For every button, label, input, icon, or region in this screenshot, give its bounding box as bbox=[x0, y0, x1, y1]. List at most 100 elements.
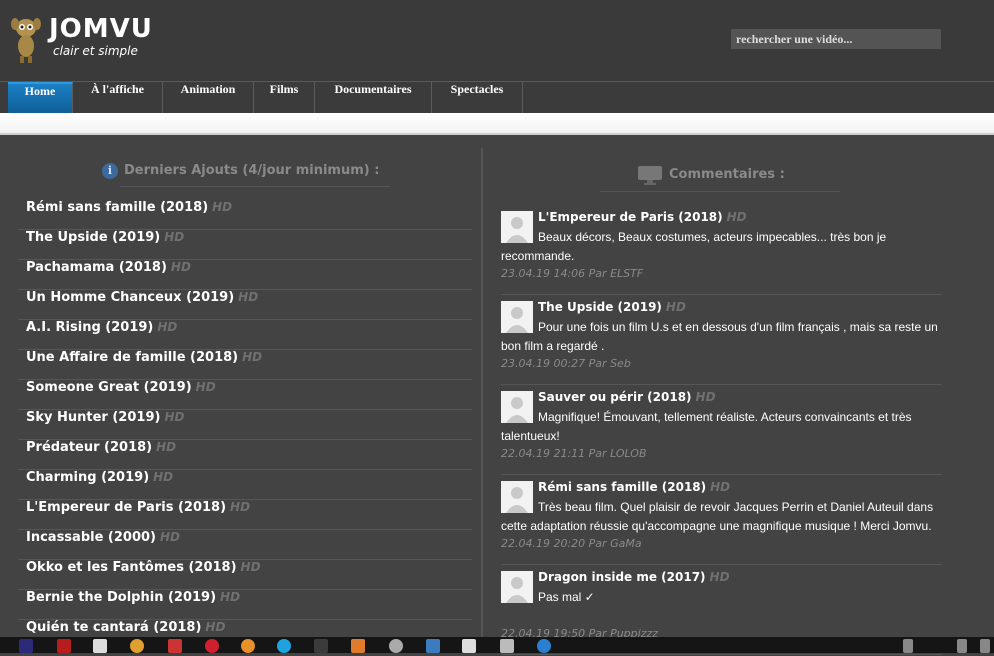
gear-icon[interactable] bbox=[389, 639, 403, 653]
movie-title-link[interactable]: Sky Hunter (2019) bbox=[26, 410, 160, 425]
app-icon[interactable] bbox=[537, 639, 551, 653]
list-item[interactable]: Un Homme Chanceux (2019) HD bbox=[18, 290, 472, 320]
comment-monitor-icon bbox=[637, 165, 663, 185]
comment-title[interactable]: Sauver ou périr (2018) HD bbox=[538, 388, 716, 406]
comment-title[interactable]: L'Empereur de Paris (2018) HD bbox=[538, 208, 747, 226]
hd-badge: HD bbox=[220, 590, 241, 604]
list-item[interactable]: The Upside (2019) HD bbox=[18, 230, 472, 260]
app-icon[interactable] bbox=[500, 639, 514, 653]
movie-title-link[interactable]: L'Empereur de Paris (2018) bbox=[26, 500, 226, 515]
list-item[interactable]: Incassable (2000) HD bbox=[18, 530, 472, 560]
comment-title[interactable]: Dragon inside me (2017) HD bbox=[538, 568, 730, 586]
nav-spectacles[interactable]: Spectacles bbox=[432, 82, 523, 113]
app-icon[interactable] bbox=[426, 639, 440, 653]
movie-title-link[interactable]: Incassable (2000) bbox=[26, 530, 156, 545]
movie-title-link[interactable]: Prédateur (2018) bbox=[26, 440, 152, 455]
skype-icon[interactable] bbox=[277, 639, 291, 653]
app-icon[interactable] bbox=[462, 639, 476, 653]
comment-item: L'Empereur de Paris (2018) HD Beaux décors… bbox=[501, 206, 942, 295]
movie-title-link[interactable]: The Upside (2019) bbox=[26, 230, 160, 245]
comment-text: Pas mal ✓ bbox=[538, 590, 595, 604]
hd-badge: HD bbox=[230, 500, 251, 514]
list-item[interactable]: A.I. Rising (2019) HD bbox=[18, 320, 472, 350]
list-item[interactable]: Une Affaire de famille (2018) HD bbox=[18, 350, 472, 380]
nav-strip bbox=[0, 113, 994, 135]
hd-badge: HD bbox=[709, 570, 730, 584]
list-item[interactable]: Rémi sans famille (2018) HD bbox=[18, 200, 472, 230]
nav-home[interactable]: Home bbox=[8, 82, 73, 113]
movie-title-link[interactable]: Charming (2019) bbox=[26, 470, 149, 485]
movie-title-link[interactable]: Someone Great (2019) bbox=[26, 380, 192, 395]
list-item[interactable]: Okko et les Fantômes (2018) HD bbox=[18, 560, 472, 590]
comment-movie-link[interactable]: L'Empereur de Paris (2018) bbox=[538, 210, 723, 224]
comment-item: Rémi sans famille (2018) HD Très beau film… bbox=[501, 476, 942, 565]
opera-icon[interactable] bbox=[205, 639, 219, 653]
nav-a-laffiche[interactable]: À l'affiche bbox=[73, 82, 163, 113]
hd-badge: HD bbox=[153, 470, 174, 484]
list-item[interactable]: Sky Hunter (2019) HD bbox=[18, 410, 472, 440]
hd-badge: HD bbox=[160, 530, 181, 544]
hd-badge: HD bbox=[195, 380, 216, 394]
people-icon[interactable] bbox=[903, 639, 913, 653]
movie-title-link[interactable]: Rémi sans famille (2018) bbox=[26, 200, 208, 215]
comment-meta: 23.04.19 00:27 Par Seb bbox=[501, 357, 631, 370]
hd-badge: HD bbox=[156, 440, 177, 454]
divider bbox=[120, 186, 390, 187]
hd-badge: HD bbox=[205, 620, 226, 634]
app-icon[interactable] bbox=[168, 639, 182, 653]
movie-title-link[interactable]: Un Homme Chanceux (2019) bbox=[26, 290, 234, 305]
list-item[interactable]: Someone Great (2019) HD bbox=[18, 380, 472, 410]
comment-text: Très beau film. Quel plaisir de revoir J… bbox=[501, 500, 934, 533]
movie-title-link[interactable]: Pachamama (2018) bbox=[26, 260, 167, 275]
comment-text: Magnifique! Émouvant, tellement réaliste… bbox=[501, 410, 912, 443]
search-input[interactable]: rechercher une vidéo... bbox=[731, 29, 941, 49]
divider bbox=[600, 191, 840, 192]
hd-badge: HD bbox=[212, 200, 233, 214]
battery-icon[interactable] bbox=[957, 639, 967, 653]
comment-meta: 23.04.19 14:06 Par ELSTF bbox=[501, 267, 644, 280]
nav-documentaires[interactable]: Documentaires bbox=[315, 82, 432, 113]
nav-films[interactable]: Films bbox=[254, 82, 315, 113]
hd-badge: HD bbox=[695, 390, 716, 404]
movie-title-link[interactable]: A.I. Rising (2019) bbox=[26, 320, 153, 335]
comment-movie-link[interactable]: Sauver ou périr (2018) bbox=[538, 390, 692, 404]
list-item[interactable]: L'Empereur de Paris (2018) HD bbox=[18, 500, 472, 530]
app-icon[interactable] bbox=[351, 639, 365, 653]
comments-heading: Commentaires : bbox=[637, 164, 785, 186]
movie-title-link[interactable]: Bernie the Dolphin (2019) bbox=[26, 590, 216, 605]
latest-list: Rémi sans famille (2018) HD The Upside (20… bbox=[18, 200, 472, 650]
app-icon[interactable] bbox=[57, 639, 71, 653]
app-icon[interactable] bbox=[93, 639, 107, 653]
latest-heading: i Derniers Ajouts (4/jour minimum) : bbox=[102, 160, 379, 182]
hd-badge: HD bbox=[726, 210, 747, 224]
comment-meta: 22.04.19 21:11 Par LOLOB bbox=[501, 447, 647, 460]
app-icon[interactable] bbox=[314, 639, 328, 653]
movie-title-link[interactable]: Okko et les Fantômes (2018) bbox=[26, 560, 237, 575]
comment-movie-link[interactable]: Rémi sans famille (2018) bbox=[538, 480, 706, 494]
movie-title-link[interactable]: Une Affaire de famille (2018) bbox=[26, 350, 238, 365]
list-item[interactable]: Charming (2019) HD bbox=[18, 470, 472, 500]
hd-badge: HD bbox=[238, 290, 259, 304]
main-nav: Home À l'affiche Animation Films Documen… bbox=[0, 81, 994, 113]
app-icon[interactable] bbox=[241, 639, 255, 653]
list-item[interactable]: Pachamama (2018) HD bbox=[18, 260, 472, 290]
column-divider bbox=[481, 148, 483, 638]
comments-list: L'Empereur de Paris (2018) HD Beaux décors… bbox=[501, 206, 942, 656]
hd-badge: HD bbox=[240, 560, 261, 574]
movie-title-link[interactable]: Quién te cantará (2018) bbox=[26, 620, 201, 635]
hd-badge: HD bbox=[170, 260, 191, 274]
volume-icon[interactable] bbox=[980, 639, 990, 653]
list-item[interactable]: Bernie the Dolphin (2019) HD bbox=[18, 590, 472, 620]
hd-badge: HD bbox=[157, 320, 178, 334]
chrome-icon[interactable] bbox=[130, 639, 144, 653]
comment-title[interactable]: Rémi sans famille (2018) HD bbox=[538, 478, 730, 496]
list-item[interactable]: Prédateur (2018) HD bbox=[18, 440, 472, 470]
comment-text: Pour une fois un film U.s et en dessous … bbox=[501, 320, 938, 353]
comment-movie-link[interactable]: The Upside (2019) bbox=[538, 300, 662, 314]
app-icon[interactable] bbox=[19, 639, 33, 653]
comment-movie-link[interactable]: Dragon inside me (2017) bbox=[538, 570, 706, 584]
mascot-logo-icon[interactable] bbox=[8, 14, 44, 64]
nav-animation[interactable]: Animation bbox=[163, 82, 254, 113]
comment-title[interactable]: The Upside (2019) HD bbox=[538, 298, 686, 316]
site-title[interactable]: JOMVU bbox=[49, 14, 153, 44]
